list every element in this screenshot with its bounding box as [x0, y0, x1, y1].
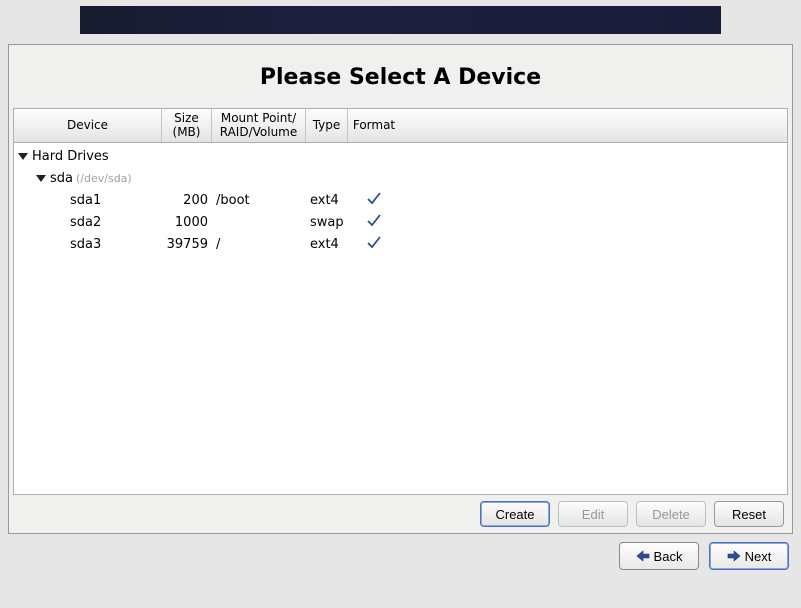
partition-type: swap — [306, 215, 348, 230]
disk-path: (/dev/sda) — [76, 172, 132, 185]
column-format[interactable]: Format — [348, 109, 400, 142]
partition-format — [348, 235, 400, 253]
page-title: Please Select A Device — [9, 65, 792, 90]
action-button-row: Create Edit Delete Reset — [9, 495, 792, 533]
partition-type: ext4 — [306, 237, 348, 252]
partition-type: ext4 — [306, 193, 348, 208]
partition-name: sda3 — [70, 237, 101, 252]
tree-root-label: Hard Drives — [32, 149, 109, 164]
main-panel: Please Select A Device Device Size (MB) … — [8, 44, 793, 534]
nav-button-row: Back Next — [0, 534, 801, 570]
partition-row[interactable]: sda3 39759 / ext4 — [14, 233, 787, 255]
back-label: Back — [654, 549, 683, 564]
partition-mount: / — [212, 237, 306, 252]
partition-size: 200 — [162, 193, 212, 208]
disk-name: sda — [50, 171, 73, 186]
expand-icon[interactable] — [18, 153, 28, 160]
next-label: Next — [745, 549, 772, 564]
checkmark-icon — [366, 235, 382, 249]
partition-name: sda1 — [70, 193, 101, 208]
create-button[interactable]: Create — [480, 501, 550, 527]
partition-row[interactable]: sda2 1000 swap — [14, 211, 787, 233]
partition-format — [348, 191, 400, 209]
delete-button: Delete — [636, 501, 706, 527]
reset-button[interactable]: Reset — [714, 501, 784, 527]
partition-format — [348, 213, 400, 231]
tree-disk-sda[interactable]: sda (/dev/sda) — [14, 167, 787, 189]
partition-row[interactable]: sda1 200 /boot ext4 — [14, 189, 787, 211]
column-type[interactable]: Type — [306, 109, 348, 142]
column-mount[interactable]: Mount Point/ RAID/Volume — [212, 109, 306, 142]
checkmark-icon — [366, 191, 382, 205]
column-size[interactable]: Size (MB) — [162, 109, 212, 142]
edit-button: Edit — [558, 501, 628, 527]
table-body: Hard Drives sda (/dev/sda) sda1 200 /boo… — [14, 143, 787, 257]
partition-size: 1000 — [162, 215, 212, 230]
tree-root-hard-drives[interactable]: Hard Drives — [14, 145, 787, 167]
checkmark-icon — [366, 213, 382, 227]
arrow-right-icon — [727, 550, 741, 562]
header-banner — [80, 6, 721, 34]
expand-icon[interactable] — [36, 175, 46, 182]
arrow-left-icon — [636, 550, 650, 562]
partition-mount: /boot — [212, 193, 306, 208]
back-button[interactable]: Back — [619, 542, 699, 570]
partition-name: sda2 — [70, 215, 101, 230]
device-table: Device Size (MB) Mount Point/ RAID/Volum… — [13, 108, 788, 495]
column-device[interactable]: Device — [14, 109, 162, 142]
table-header: Device Size (MB) Mount Point/ RAID/Volum… — [14, 109, 787, 143]
partition-size: 39759 — [162, 237, 212, 252]
next-button[interactable]: Next — [709, 542, 789, 570]
